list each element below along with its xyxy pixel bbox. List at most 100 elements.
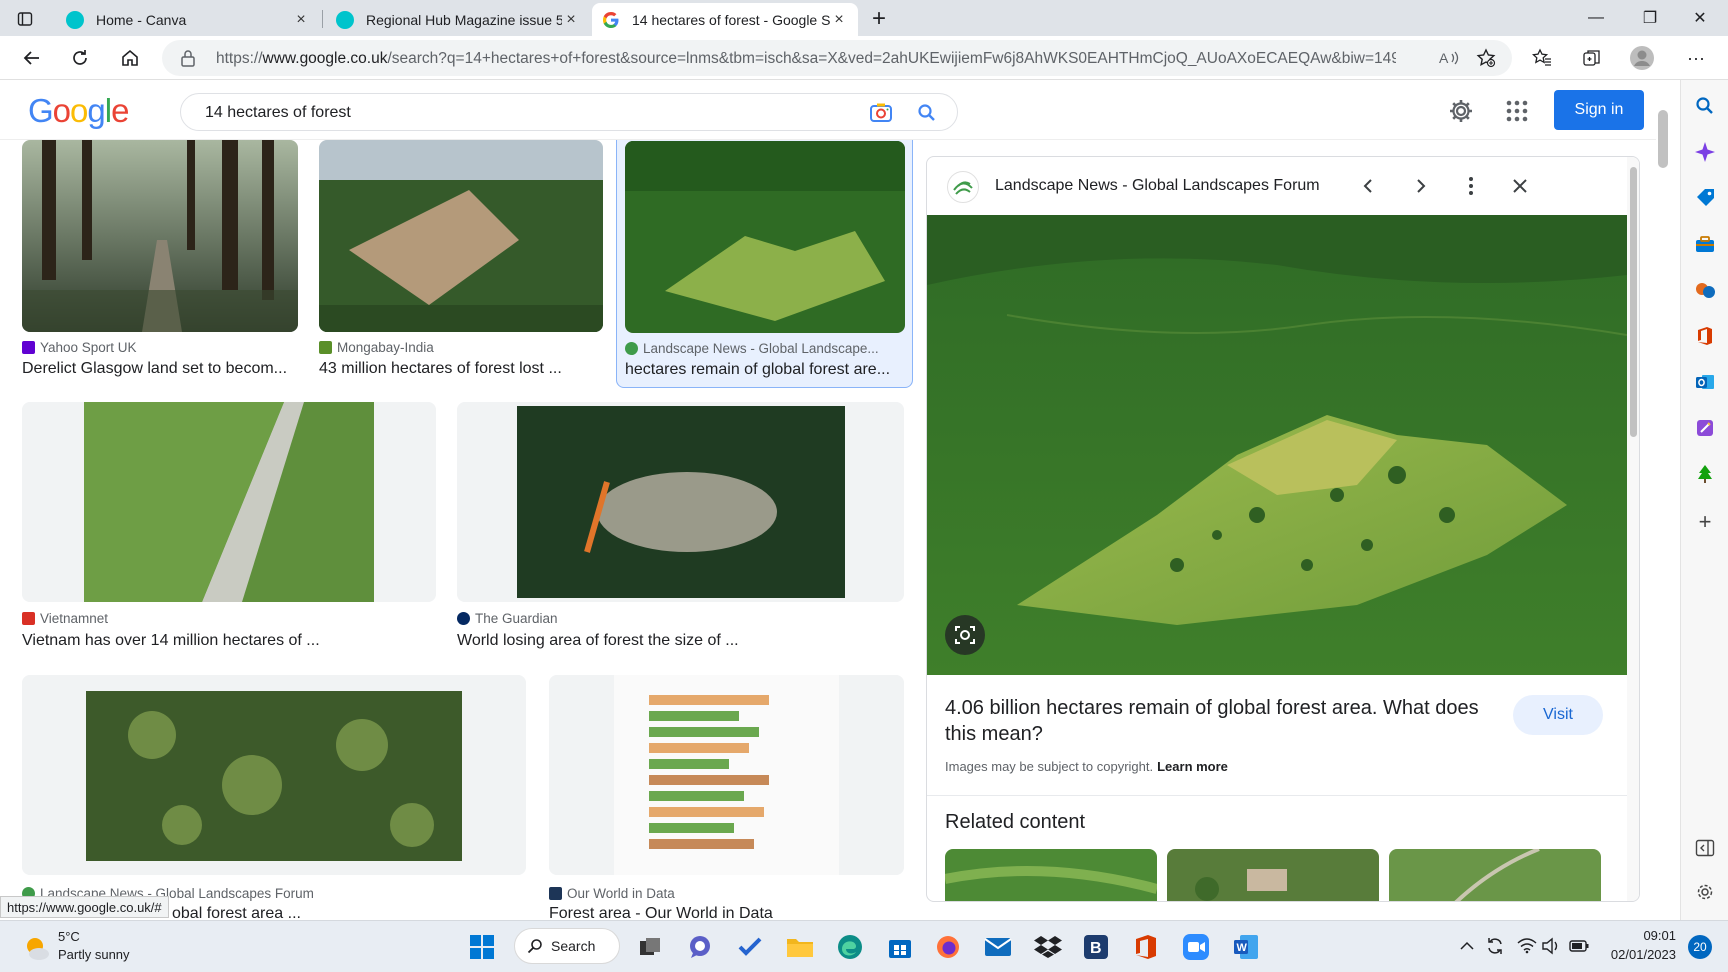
add-favorite-icon[interactable] xyxy=(1476,48,1496,73)
settings-more-icon[interactable]: ··· xyxy=(1682,44,1710,72)
tab-regional-hub[interactable]: Regional Hub Magazine issue 5 - × xyxy=(326,3,590,36)
panel-scroll-thumb[interactable] xyxy=(1630,167,1637,437)
result-caption[interactable]: Derelict Glasgow land set to becom... xyxy=(22,360,298,378)
result-image[interactable] xyxy=(22,402,436,602)
weather-icon[interactable] xyxy=(22,933,52,968)
tab-canva[interactable]: Home - Canva × xyxy=(56,3,320,36)
google-lens-button[interactable] xyxy=(945,615,985,655)
related-thumbnail[interactable] xyxy=(1167,849,1379,901)
todo-icon[interactable] xyxy=(734,931,766,963)
search-box[interactable]: 14 hectares of forest xyxy=(180,93,958,131)
collections-icon[interactable] xyxy=(1578,44,1606,72)
result-card-yahoo[interactable]: Yahoo Sport UK Derelict Glasgow land set… xyxy=(22,140,298,382)
sidebar-hide-icon[interactable] xyxy=(1693,836,1717,860)
result-card-landscape-news-selected[interactable]: Landscape News - Global Landscape... hec… xyxy=(616,140,913,388)
clock-time[interactable]: 09:01 xyxy=(1620,928,1676,943)
refresh-button[interactable] xyxy=(66,44,94,72)
sidebar-tree-icon[interactable] xyxy=(1693,462,1717,486)
new-tab-button[interactable]: + xyxy=(868,5,890,32)
sync-icon[interactable] xyxy=(1484,935,1506,957)
edge-browser-icon[interactable] xyxy=(834,931,866,963)
result-caption[interactable]: Forest area - Our World in Data xyxy=(549,905,904,920)
sidebar-settings-icon[interactable] xyxy=(1693,880,1717,904)
search-icon[interactable] xyxy=(917,103,937,128)
sidebar-tools-icon[interactable] xyxy=(1693,232,1717,256)
sidebar-copilot-icon[interactable] xyxy=(1693,140,1717,164)
dropbox-icon[interactable] xyxy=(1032,931,1064,963)
back-button[interactable] xyxy=(18,44,46,72)
preview-title[interactable]: 4.06 billion hectares remain of global f… xyxy=(945,695,1485,747)
next-image-icon[interactable] xyxy=(1408,173,1434,199)
tab-actions-icon[interactable] xyxy=(14,8,36,30)
sidebar-outlook-icon[interactable] xyxy=(1693,370,1717,394)
result-image[interactable] xyxy=(625,141,905,333)
close-panel-icon[interactable] xyxy=(1507,173,1533,199)
task-view-icon[interactable] xyxy=(634,931,666,963)
sidebar-shopping-icon[interactable] xyxy=(1693,186,1717,210)
result-caption[interactable]: 43 million hectares of forest lost ... xyxy=(319,360,603,378)
maximize-button[interactable]: ❐ xyxy=(1630,6,1670,30)
window-close-button[interactable]: ✕ xyxy=(1680,6,1720,30)
result-card-landscape-news[interactable]: Landscape News - Global Landscapes Forum… xyxy=(22,675,526,920)
panel-scrollbar[interactable] xyxy=(1627,157,1639,901)
page-scroll-thumb[interactable] xyxy=(1658,110,1668,168)
microsoft-store-icon[interactable] xyxy=(884,931,916,963)
previous-image-icon[interactable] xyxy=(1355,173,1381,199)
result-card-our-world-in-data[interactable]: Our World in Data Forest area - Our Worl… xyxy=(549,675,904,920)
home-button[interactable] xyxy=(116,44,144,72)
result-caption[interactable]: Vietnam has over 14 million hectares of … xyxy=(22,632,436,650)
clock-date[interactable]: 02/01/2023 xyxy=(1596,947,1676,962)
result-image[interactable] xyxy=(22,675,526,875)
tab-google-search[interactable]: 14 hectares of forest - Google Se × xyxy=(592,3,858,36)
apps-grid-icon[interactable] xyxy=(1506,100,1528,127)
result-caption[interactable]: World losing area of forest the size of … xyxy=(457,632,904,650)
volume-icon[interactable] xyxy=(1540,935,1562,957)
sidebar-games-icon[interactable] xyxy=(1693,278,1717,302)
result-caption[interactable]: hectares remain of global forest are... xyxy=(625,361,901,379)
sidebar-designer-icon[interactable] xyxy=(1693,416,1717,440)
landscape-news-logo[interactable] xyxy=(947,171,979,203)
result-image[interactable] xyxy=(319,140,603,332)
battery-icon[interactable] xyxy=(1568,935,1590,957)
result-card-guardian[interactable]: The Guardian World losing area of forest… xyxy=(457,402,904,658)
sign-in-button[interactable]: Sign in xyxy=(1554,90,1644,130)
mail-icon[interactable] xyxy=(982,931,1014,963)
page-scrollbar[interactable] xyxy=(1656,80,1670,920)
gear-icon[interactable] xyxy=(1448,98,1474,129)
show-hidden-icons[interactable] xyxy=(1456,935,1478,957)
sidebar-add-icon[interactable]: + xyxy=(1693,509,1717,534)
tab-close-icon[interactable]: × xyxy=(562,11,580,29)
app-b-icon[interactable]: B xyxy=(1080,931,1112,963)
learn-more-link[interactable]: Learn more xyxy=(1157,759,1228,774)
related-thumbnail[interactable] xyxy=(945,849,1157,901)
minimize-button[interactable]: — xyxy=(1576,6,1616,30)
panel-source-name[interactable]: Landscape News - Global Landscapes Forum xyxy=(995,177,1320,195)
more-options-icon[interactable] xyxy=(1458,173,1484,199)
result-image[interactable] xyxy=(457,402,904,602)
read-aloud-icon[interactable]: A xyxy=(1438,48,1460,73)
weather-temperature[interactable]: 5°C xyxy=(58,929,80,944)
visit-button[interactable]: Visit xyxy=(1513,695,1603,735)
google-logo[interactable]: Google xyxy=(28,92,129,130)
notification-badge[interactable]: 20 xyxy=(1688,935,1712,959)
result-caption[interactable]: obal forest area ... xyxy=(172,905,472,920)
file-explorer-icon[interactable] xyxy=(784,931,816,963)
office-icon[interactable] xyxy=(1130,931,1162,963)
start-button[interactable] xyxy=(466,931,498,963)
zoom-icon[interactable] xyxy=(1180,931,1212,963)
result-image[interactable] xyxy=(22,140,298,332)
result-card-mongabay[interactable]: Mongabay-India 43 million hectares of fo… xyxy=(319,140,603,382)
word-icon[interactable]: W xyxy=(1230,931,1262,963)
wifi-icon[interactable] xyxy=(1516,935,1538,957)
search-input[interactable]: 14 hectares of forest xyxy=(205,104,351,122)
tab-close-icon[interactable]: × xyxy=(292,11,310,29)
camera-search-icon[interactable] xyxy=(869,102,893,129)
profile-avatar[interactable] xyxy=(1628,44,1656,72)
firefox-icon[interactable] xyxy=(932,931,964,963)
teams-chat-icon[interactable] xyxy=(684,931,716,963)
result-card-vietnamnet[interactable]: Vietnamnet Vietnam has over 14 million h… xyxy=(22,402,436,658)
sidebar-office-icon[interactable] xyxy=(1693,324,1717,348)
sidebar-search-icon[interactable] xyxy=(1693,94,1717,118)
related-thumbnail[interactable] xyxy=(1389,849,1601,901)
favorites-icon[interactable] xyxy=(1528,44,1556,72)
